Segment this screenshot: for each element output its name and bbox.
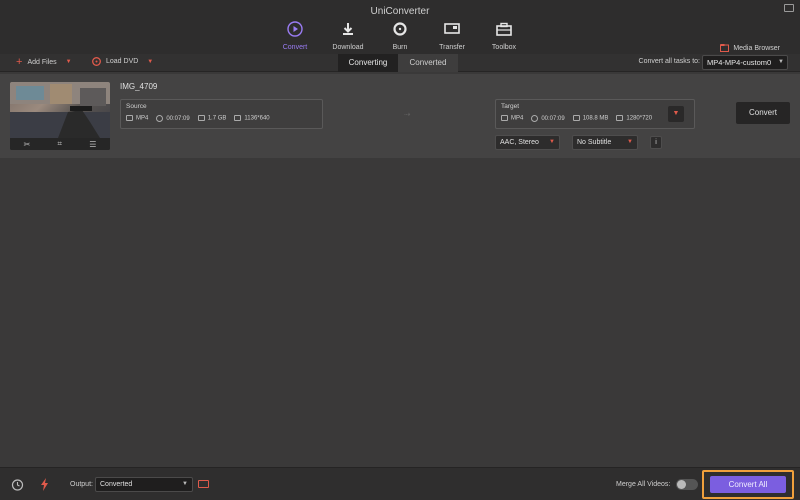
info-button[interactable]: i bbox=[650, 136, 662, 149]
nav-toolbox-label: Toolbox bbox=[491, 44, 517, 51]
source-duration-text: 00:07:09 bbox=[166, 116, 190, 123]
resolution-icon bbox=[234, 115, 242, 122]
folder-icon bbox=[572, 115, 580, 122]
chevron-down-icon[interactable]: ▼ bbox=[66, 59, 72, 65]
media-browser-label: Media Browser bbox=[733, 44, 780, 52]
target-info: Target MP4 00:07:09 108.8 MB 1280*720 bbox=[495, 99, 695, 129]
output-format-value: MP4-MP4-custom0 bbox=[707, 58, 772, 67]
resolution-icon bbox=[616, 115, 624, 122]
alarm-clock-icon[interactable] bbox=[11, 478, 24, 496]
source-resolution: 1136*640 bbox=[234, 115, 270, 122]
video-thumbnail[interactable]: ✂ ⌗ ☰ bbox=[10, 82, 110, 150]
effects-icon[interactable]: ☰ bbox=[89, 140, 96, 149]
subtitle-select[interactable]: No Subtitle ▼ bbox=[572, 135, 638, 150]
target-resolution: 1280*720 bbox=[616, 115, 652, 122]
lightning-icon[interactable] bbox=[40, 478, 49, 496]
source-resolution-text: 1136*640 bbox=[244, 115, 270, 122]
dvd-icon bbox=[92, 57, 101, 66]
merge-label: Merge All Videos: bbox=[616, 481, 671, 488]
output-folder-select[interactable]: Converted ▼ bbox=[95, 477, 193, 492]
target-size-text: 108.8 MB bbox=[582, 115, 609, 122]
toolbox-icon bbox=[474, 20, 534, 38]
audio-select[interactable]: AAC, Stereo ▼ bbox=[495, 135, 560, 150]
app-title: UniConverter bbox=[370, 6, 430, 17]
target-size: 108.8 MB bbox=[572, 115, 609, 122]
source-format-text: MP4 bbox=[136, 115, 149, 122]
transfer-icon bbox=[422, 20, 482, 38]
target-meta: MP4 00:07:09 108.8 MB 1280*720 bbox=[501, 115, 652, 122]
target-resolution-text: 1280*720 bbox=[626, 115, 653, 122]
film-icon bbox=[126, 115, 133, 122]
clock-icon bbox=[531, 115, 539, 122]
source-format: MP4 bbox=[126, 115, 148, 122]
file-name: IMG_4709 bbox=[120, 82, 158, 91]
video-frame bbox=[10, 82, 110, 138]
subtitle-value: No Subtitle bbox=[577, 139, 612, 146]
convert-all-to-label: Convert all tasks to: bbox=[638, 58, 700, 65]
arrow-right-icon: ⇢ bbox=[404, 110, 411, 119]
folder-icon bbox=[197, 115, 205, 122]
load-dvd-label: Load DVD bbox=[106, 58, 139, 65]
nav-transfer-label: Transfer bbox=[439, 44, 465, 51]
merge-toggle[interactable] bbox=[676, 479, 698, 490]
nav-burn[interactable]: Burn bbox=[370, 20, 430, 51]
plus-icon: + bbox=[16, 56, 23, 68]
target-label: Target bbox=[501, 103, 520, 110]
audio-value: AAC, Stereo bbox=[500, 139, 539, 146]
chevron-down-icon: ▼ bbox=[778, 59, 784, 65]
film-icon bbox=[501, 115, 508, 122]
tab-converting[interactable]: Converting bbox=[338, 54, 398, 72]
output-label: Output: bbox=[70, 481, 93, 488]
status-tabs: Converting Converted bbox=[338, 54, 458, 72]
download-icon bbox=[318, 20, 378, 38]
tab-converted[interactable]: Converted bbox=[398, 54, 458, 72]
source-label: Source bbox=[126, 103, 147, 110]
crop-icon[interactable]: ⌗ bbox=[58, 139, 63, 149]
media-browser-icon bbox=[720, 44, 730, 52]
nav-toolbox[interactable]: Toolbox bbox=[474, 20, 534, 51]
output-folder-value: Converted bbox=[100, 481, 133, 488]
source-info: Source MP4 00:07:09 1.7 GB 1136*640 bbox=[120, 99, 323, 129]
clock-icon bbox=[156, 115, 164, 122]
chevron-down-icon[interactable]: ▼ bbox=[147, 59, 153, 65]
convert-button[interactable]: Convert bbox=[736, 102, 790, 124]
nav-download-label: Download bbox=[332, 44, 364, 51]
target-duration: 00:07:09 bbox=[531, 115, 565, 123]
target-format-text: MP4 bbox=[511, 115, 524, 122]
main-nav: Convert Download Burn Transfer Toolbox bbox=[0, 20, 800, 54]
add-files-button[interactable]: + Add Files ▼ bbox=[16, 56, 72, 68]
convert-all-highlight: Convert All bbox=[702, 470, 794, 499]
nav-convert-label: Convert bbox=[282, 44, 308, 51]
convert-all-button[interactable]: Convert All bbox=[710, 476, 786, 493]
source-meta: MP4 00:07:09 1.7 GB 1136*640 bbox=[126, 115, 270, 122]
nav-download[interactable]: Download bbox=[318, 20, 378, 51]
nav-burn-label: Burn bbox=[392, 44, 408, 51]
bottom-bar: Output: Converted ▼ Merge All Videos: Co… bbox=[0, 467, 800, 500]
toggle-knob bbox=[677, 480, 686, 489]
message-icon[interactable] bbox=[784, 4, 794, 12]
source-duration: 00:07:09 bbox=[156, 115, 190, 123]
chevron-down-icon: ▼ bbox=[627, 139, 633, 145]
nav-transfer[interactable]: Transfer bbox=[422, 20, 482, 51]
scissors-icon[interactable]: ✂ bbox=[24, 140, 31, 149]
nav-convert[interactable]: Convert bbox=[265, 20, 325, 51]
target-format: MP4 bbox=[501, 115, 523, 122]
open-folder-icon[interactable] bbox=[198, 480, 209, 488]
target-format-dropdown[interactable]: ▼ bbox=[668, 106, 684, 122]
chevron-down-icon: ▼ bbox=[182, 481, 188, 487]
add-files-label: Add Files bbox=[27, 58, 57, 66]
target-duration-text: 00:07:09 bbox=[541, 116, 565, 123]
load-dvd-button[interactable]: Load DVD ▼ bbox=[92, 57, 153, 66]
source-size-text: 1.7 GB bbox=[207, 115, 227, 122]
title-bar: UniConverter Convert Download Burn Trans… bbox=[0, 0, 800, 54]
chevron-down-icon: ▼ bbox=[549, 139, 555, 145]
disc-icon bbox=[370, 20, 430, 38]
thumbnail-tools: ✂ ⌗ ☰ bbox=[10, 138, 110, 150]
output-format-select[interactable]: MP4-MP4-custom0 ▼ bbox=[702, 55, 788, 70]
source-size: 1.7 GB bbox=[197, 115, 227, 122]
play-circle-icon bbox=[265, 20, 325, 38]
media-browser-link[interactable]: Media Browser bbox=[720, 44, 780, 52]
